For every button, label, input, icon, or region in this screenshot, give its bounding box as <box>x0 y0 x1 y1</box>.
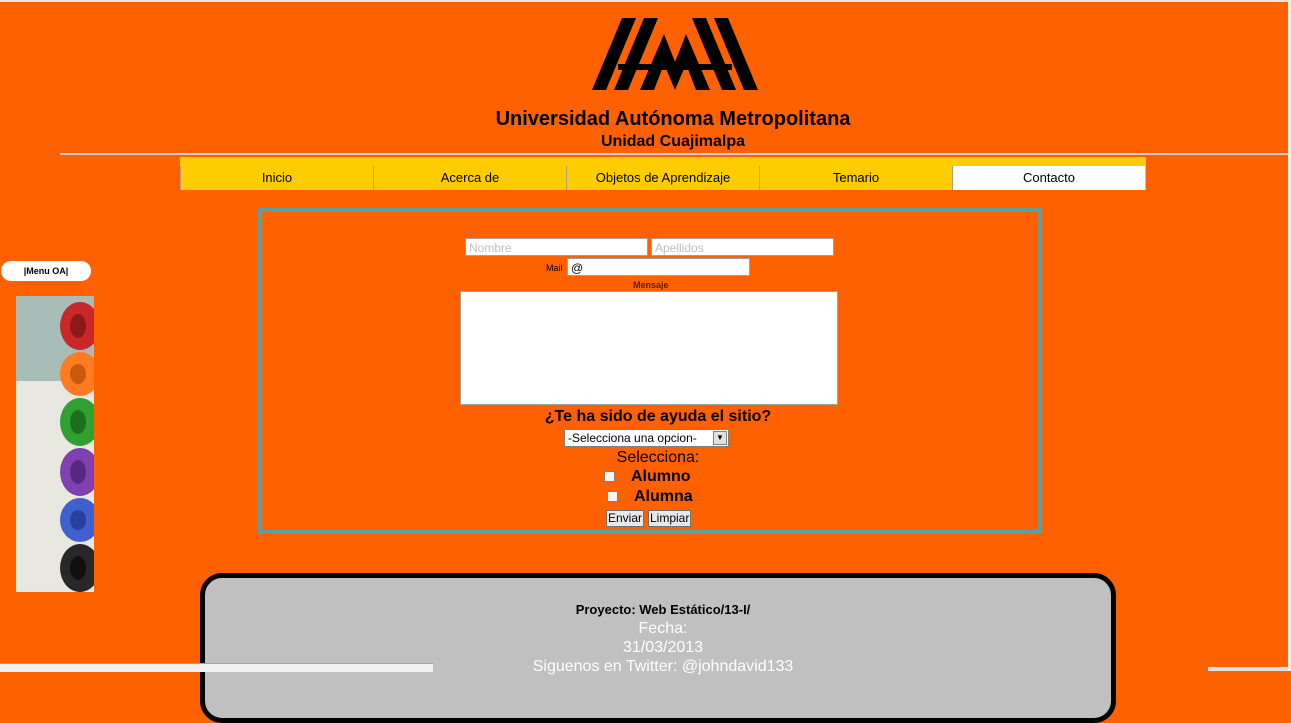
side-menu-button[interactable]: |Menu OA| <box>1 261 91 281</box>
footer-project: Proyecto: Web Estático/13-I/ <box>575 602 751 617</box>
help-select-value: -Selecciona una opcion- <box>568 431 697 445</box>
help-question: ¿Te ha sido de ayuda el sitio? <box>544 408 772 425</box>
mensaje-textarea[interactable] <box>460 291 838 405</box>
alumno-checkbox[interactable] <box>604 471 615 482</box>
uam-logo <box>592 18 758 90</box>
nav-item-acerca[interactable]: Acerca de <box>373 166 566 190</box>
nav-item-temario[interactable]: Temario <box>759 166 952 190</box>
footer-box: Proyecto: Web Estático/13-I/ Fecha: 31/0… <box>200 573 1116 723</box>
apellidos-input[interactable]: Apellidos <box>651 238 834 256</box>
header-divider <box>60 153 1288 155</box>
mensaje-label: Mensaje <box>633 280 669 290</box>
alumno-label: Alumno <box>631 468 691 485</box>
horizontal-scrollbar[interactable] <box>1208 667 1288 671</box>
nav-item-contacto[interactable]: Contacto <box>952 166 1145 190</box>
nav-item-inicio[interactable]: Inicio <box>180 166 373 190</box>
footer-fecha-label: Fecha: <box>638 620 688 637</box>
mail-label: Mail <box>546 263 563 273</box>
selecciona-label: Selecciona: <box>616 449 700 466</box>
alumna-checkbox[interactable] <box>607 491 618 502</box>
university-title: Universidad Autónoma Metropolitana <box>495 108 851 130</box>
mail-input[interactable]: @ <box>567 258 750 276</box>
chevron-down-icon[interactable]: ▼ <box>713 431 727 445</box>
unit-subtitle: Unidad Cuajimalpa <box>600 133 746 150</box>
footer-fecha: 31/03/2013 <box>622 639 704 656</box>
nombre-input[interactable]: Nombre <box>465 238 648 256</box>
window-top-border <box>0 0 1291 2</box>
nav-item-objetos[interactable]: Objetos de Aprendizaje <box>566 166 759 190</box>
enviar-button[interactable]: Enviar <box>606 510 645 527</box>
limpiar-button[interactable]: Limpiar <box>648 510 692 527</box>
help-select[interactable]: -Selecciona una opcion- ▼ <box>564 429 729 447</box>
sidebar-image <box>16 296 94 592</box>
main-nav: Inicio Acerca de Objetos de Aprendizaje … <box>180 157 1146 190</box>
alumna-label: Alumna <box>634 488 693 505</box>
